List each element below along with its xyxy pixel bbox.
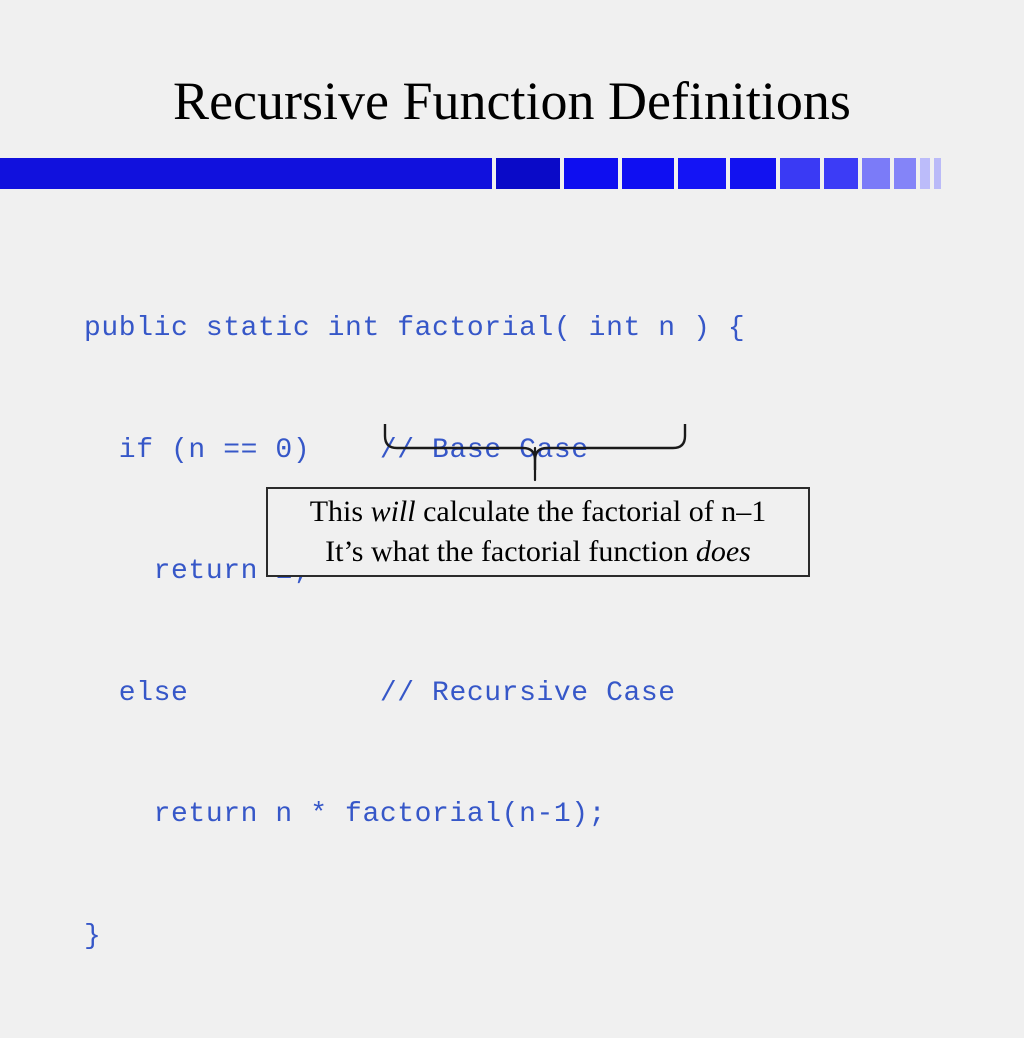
callout-line-2: It’s what the factorial function does xyxy=(325,532,751,572)
code-line: else // Recursive Case xyxy=(84,677,676,709)
callout-line-1: This will calculate the factorial of n–1 xyxy=(310,492,767,532)
code-block: public static int factorial( int n ) { i… xyxy=(84,228,745,1038)
page-title: Recursive Function Definitions xyxy=(173,71,851,131)
callout-text-emphasis: will xyxy=(370,495,416,529)
bar-segment xyxy=(678,158,726,189)
bar-segment xyxy=(920,158,930,189)
bar-segment xyxy=(780,158,820,189)
bar-segment xyxy=(862,158,890,189)
callout-text-plain: It’s what the factorial function xyxy=(325,535,696,568)
decorative-gradient-bar xyxy=(0,158,1024,189)
bar-segment xyxy=(894,158,916,189)
callout-box: This will calculate the factorial of n–1… xyxy=(266,487,810,577)
callout-text-plain: This xyxy=(309,495,371,529)
bar-segment xyxy=(0,158,492,189)
callout-text-emphasis: does xyxy=(695,535,751,568)
bar-segment xyxy=(564,158,618,189)
code-line: public static int factorial( int n ) { xyxy=(84,313,746,344)
code-line: } xyxy=(84,920,102,952)
code-line: if (n == 0) // Base Case xyxy=(84,434,589,466)
bar-segment xyxy=(496,158,560,189)
bar-segment xyxy=(824,158,858,189)
bar-segment xyxy=(934,158,941,189)
code-line: return n * factorial(n-1); xyxy=(84,799,607,830)
callout-text-plain: calculate the factorial of n–1 xyxy=(415,495,767,529)
bar-segment xyxy=(622,158,674,189)
bar-segment xyxy=(730,158,776,189)
slide-canvas: Recursive Function Definitions public st… xyxy=(0,0,1024,952)
